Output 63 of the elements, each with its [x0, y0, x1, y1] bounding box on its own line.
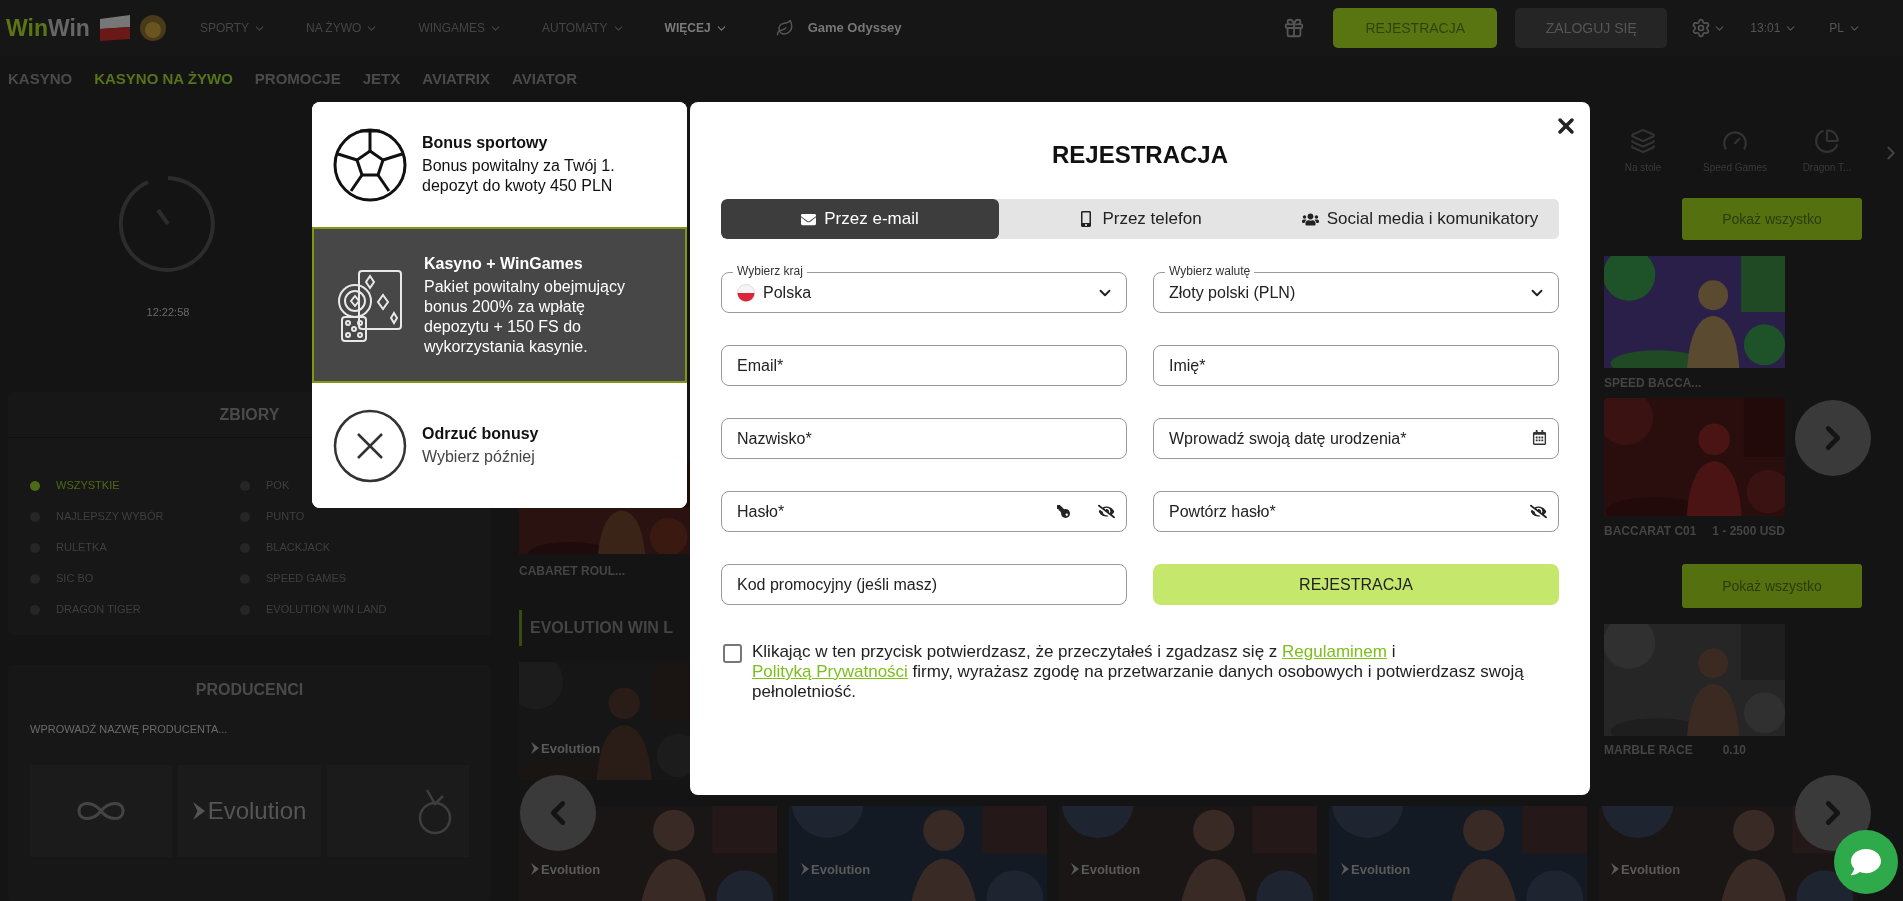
time-dropdown[interactable]: 13:01	[1750, 19, 1798, 37]
input-field[interactable]: Wprowadź swoją datę urodzenia*	[1153, 418, 1559, 459]
input-field[interactable]: Hasło*	[721, 491, 1127, 532]
provider-logo: Evolution	[207, 796, 307, 826]
input-field[interactable]: Imię*	[1153, 345, 1559, 386]
key-icon	[1057, 505, 1070, 518]
terms-link[interactable]: Polityką Prywatności	[752, 662, 908, 681]
subnav-tab[interactable]: KASYNO NA ŻYWO	[94, 67, 233, 91]
flag-icon	[737, 283, 755, 302]
pie-chart-icon	[1814, 128, 1840, 154]
soccer-ball-icon	[332, 126, 408, 203]
input-field[interactable]: Nazwisko*	[721, 418, 1127, 459]
bonus-option[interactable]: Kasyno + WinGames Pakiet powitalny obejmujący bonus 200% za wpłatę depozytu + 150 FS do wykorzystania kasynie.	[312, 227, 687, 383]
search-field[interactable]: WPROWADŹ NAZWĘ PRODUCENTA...	[30, 715, 469, 743]
chevron-logo-icon	[531, 863, 539, 876]
envelope-icon	[801, 211, 817, 227]
provider-logo: Evolution	[541, 860, 601, 879]
leaf-icon	[775, 19, 794, 37]
provider-logo: Evolution	[1621, 860, 1681, 879]
input-field[interactable]: Powtórz hasło*	[1153, 491, 1559, 532]
bonus-title: Bonus sportowy	[422, 133, 549, 153]
chevron-logo-icon	[531, 742, 539, 755]
chevron-logo-icon	[192, 802, 205, 820]
tab[interactable]: Przez e-mail	[721, 199, 999, 239]
hidden-eye-icon	[1098, 503, 1115, 520]
dialog-title: REJESTRACJA	[1051, 140, 1228, 170]
terms-link[interactable]: Regulaminem	[1282, 642, 1387, 661]
checkbox[interactable]	[723, 644, 742, 663]
producer-card[interactable]: Evolution	[178, 765, 321, 857]
chevron-logo-icon	[1611, 863, 1619, 876]
bonus-description: Wybierz później	[422, 447, 536, 467]
chevron-logo-icon	[1071, 863, 1079, 876]
settings-icon[interactable]	[1691, 18, 1712, 38]
bonus-title: Odrzuć bonusy	[422, 424, 540, 444]
bonus-description: Pakiet powitalny obejmujący bonus 200% za wpłatę depozytu + 150 FS do wykorzystania kasynie.	[424, 276, 626, 357]
bonus-title: Kasyno + WinGames	[424, 253, 584, 274]
chat-icon	[1851, 847, 1881, 877]
provider-logo: Evolution	[1351, 860, 1411, 879]
calendar-icon	[1532, 430, 1547, 445]
logo-text[interactable]: Win	[47, 10, 90, 46]
input-field[interactable]: Email*	[721, 345, 1127, 386]
language-dropdown[interactable]: PL	[1829, 19, 1861, 37]
provider-logo: Evolution	[1081, 860, 1141, 879]
nav-item[interactable]: WIĘCEJ	[664, 19, 728, 37]
chevron-logo-icon	[1341, 863, 1349, 876]
logo-text[interactable]: Win	[6, 10, 48, 46]
consent-text: Klikając w ten przycisk potwierdzasz, że przeczytałeś i zgadzasz się z Regulaminem i Polityką Prywatności firmy, wyrażasz zgodę na przetwarzanie danych osobowych i potwierdzasz swoją pełnoletniość.	[752, 642, 1525, 702]
close-circle-icon	[332, 407, 408, 484]
game-link[interactable]: Game Odyssey	[807, 18, 902, 38]
timer-text: 12:22:58	[146, 304, 190, 320]
provider-logo: Evolution	[811, 860, 871, 879]
input-field[interactable]: Kod promocyjny (jeśli masz)	[721, 564, 1127, 605]
bonus-description: Bonus powitalny za Twój 1. depozyt do kwoty 450 PLN	[422, 156, 616, 196]
gift-icon[interactable]	[1283, 17, 1306, 39]
chevron-logo-icon	[801, 863, 809, 876]
producer-card[interactable]	[30, 765, 173, 857]
timer-icon	[118, 173, 218, 274]
submit-button[interactable]: REJESTRACJA	[1153, 564, 1559, 605]
collection-item[interactable]: WSZYSTKIE	[30, 476, 120, 495]
provider-logo: Evolution	[541, 739, 601, 758]
flag-icon	[97, 15, 132, 41]
layers-icon	[1630, 128, 1656, 154]
hidden-eye-icon	[1530, 503, 1547, 520]
